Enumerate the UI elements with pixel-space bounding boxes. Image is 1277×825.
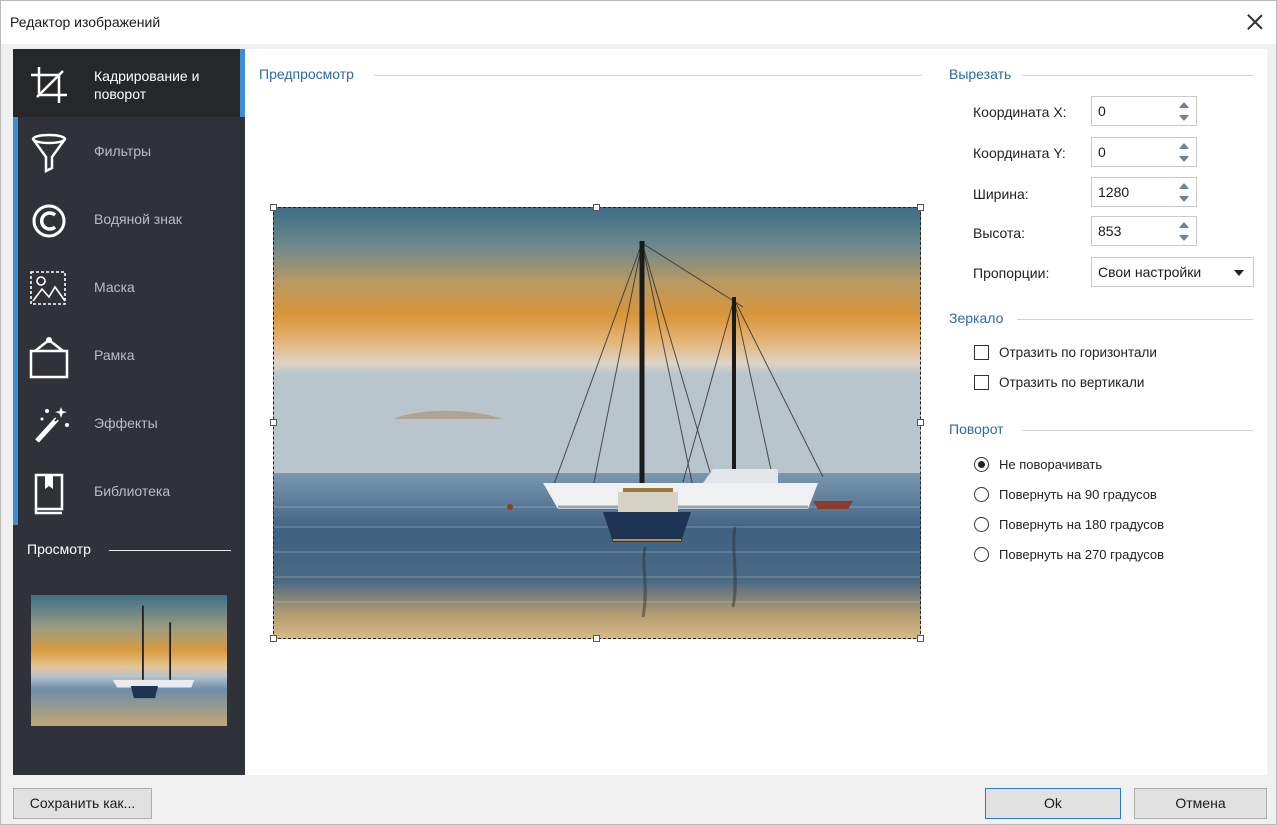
width-value: 1280	[1098, 184, 1130, 200]
rotate-90-label[interactable]: Повернуть на 90 градусов	[999, 487, 1157, 502]
rotate-270-radio[interactable]	[974, 547, 989, 562]
height-input[interactable]: 853	[1091, 216, 1197, 246]
proportions-select[interactable]: Свои настройки	[1091, 257, 1254, 287]
sidebar-item-label: Эффекты	[94, 415, 158, 431]
proportions-value: Свои настройки	[1098, 264, 1202, 280]
item-accent	[13, 389, 18, 457]
item-accent	[13, 117, 18, 185]
crop-handle[interactable]	[270, 204, 277, 211]
thumbnail-preview-header: Просмотр	[13, 541, 245, 561]
crop-handle[interactable]	[270, 419, 277, 426]
flip-vertical-checkbox[interactable]	[974, 375, 989, 390]
divider	[1022, 75, 1253, 76]
funnel-icon	[27, 131, 71, 175]
sidebar-item-frame[interactable]: Рамка	[13, 321, 245, 389]
sidebar-item-effects[interactable]: Эффекты	[13, 389, 245, 457]
divider	[1017, 319, 1253, 320]
preview-title: Предпросмотр	[259, 66, 354, 82]
crop-selection[interactable]	[273, 207, 921, 639]
sidebar-item-label: Маска	[94, 279, 135, 295]
y-coordinate-value: 0	[1098, 144, 1106, 160]
proportions-label: Пропорции:	[973, 265, 1050, 281]
cancel-button[interactable]: Отмена	[1134, 788, 1267, 819]
thumbnail-preview-label: Просмотр	[27, 541, 91, 557]
spinner-arrows-icon[interactable]	[1178, 101, 1190, 123]
flip-horizontal-checkbox[interactable]	[974, 345, 989, 360]
chevron-down-icon	[1234, 270, 1244, 276]
rotate-none-radio[interactable]	[974, 457, 989, 472]
spinner-arrows-icon[interactable]	[1178, 142, 1190, 164]
sidebar-item-label: Кадрирование и поворот	[94, 68, 200, 102]
item-accent	[13, 457, 18, 525]
crop-handle[interactable]	[593, 204, 600, 211]
spinner-arrows-icon[interactable]	[1178, 182, 1190, 204]
item-accent	[13, 185, 18, 253]
crop-handle[interactable]	[917, 635, 924, 642]
width-input[interactable]: 1280	[1091, 177, 1197, 207]
x-coordinate-label: Координата X:	[973, 104, 1067, 120]
image-preview-canvas[interactable]	[270, 204, 924, 642]
book-icon	[27, 471, 71, 515]
sidebar-item-label: Библиотека	[94, 483, 171, 499]
divider	[109, 550, 231, 551]
sidebar-item-label: Рамка	[94, 347, 135, 363]
divider	[1022, 430, 1253, 431]
crop-handle[interactable]	[917, 204, 924, 211]
width-label: Ширина:	[973, 186, 1029, 202]
mirror-group-title: Зеркало	[949, 310, 1004, 326]
sidebar-item-label: Фильтры	[94, 143, 152, 159]
rotate-none-label[interactable]: Не поворачивать	[999, 457, 1102, 472]
frame-icon	[27, 335, 71, 379]
rotate-90-radio[interactable]	[974, 487, 989, 502]
crop-handle[interactable]	[917, 419, 924, 426]
rotate-270-label[interactable]: Повернуть на 270 градусов	[999, 547, 1164, 562]
sidebar-item-mask[interactable]: Маска	[13, 253, 245, 321]
y-coordinate-label: Координата Y:	[973, 145, 1066, 161]
item-accent	[13, 253, 18, 321]
height-label: Высота:	[973, 225, 1025, 241]
divider	[374, 75, 922, 76]
sidebar-item-crop[interactable]: Кадрирование и поворот	[13, 49, 245, 117]
rotation-group-title: Поворот	[949, 421, 1004, 437]
save-as-button[interactable]: Сохранить как...	[13, 788, 152, 819]
copyright-icon	[27, 199, 71, 243]
sidebar-item-watermark[interactable]: Водяной знак	[13, 185, 245, 253]
mask-icon	[27, 267, 71, 311]
item-accent	[13, 321, 18, 389]
flip-horizontal-label[interactable]: Отразить по горизонтали	[999, 345, 1157, 360]
rotate-180-label[interactable]: Повернуть на 180 градусов	[999, 517, 1164, 532]
height-value: 853	[1098, 223, 1122, 239]
spinner-arrows-icon[interactable]	[1178, 221, 1190, 243]
crop-handle[interactable]	[270, 635, 277, 642]
title-bar: Редактор изображений	[0, 0, 1277, 44]
x-coordinate-value: 0	[1098, 103, 1106, 119]
thumbnail-image	[31, 595, 227, 726]
rotate-180-radio[interactable]	[974, 517, 989, 532]
close-icon[interactable]	[1242, 9, 1268, 35]
window-title: Редактор изображений	[10, 14, 161, 30]
sidebar-item-filters[interactable]: Фильтры	[13, 117, 245, 185]
magic-wand-icon	[27, 403, 71, 447]
y-coordinate-input[interactable]: 0	[1091, 137, 1197, 167]
flip-vertical-label[interactable]: Отразить по вертикали	[999, 375, 1144, 390]
sidebar-item-label: Водяной знак	[94, 211, 182, 227]
crop-group-title: Вырезать	[949, 66, 1012, 82]
x-coordinate-input[interactable]: 0	[1091, 96, 1197, 126]
ok-button[interactable]: Ok	[985, 788, 1121, 819]
sidebar-item-library[interactable]: Библиотека	[13, 457, 245, 525]
crop-handle[interactable]	[593, 635, 600, 642]
crop-icon	[27, 63, 71, 107]
